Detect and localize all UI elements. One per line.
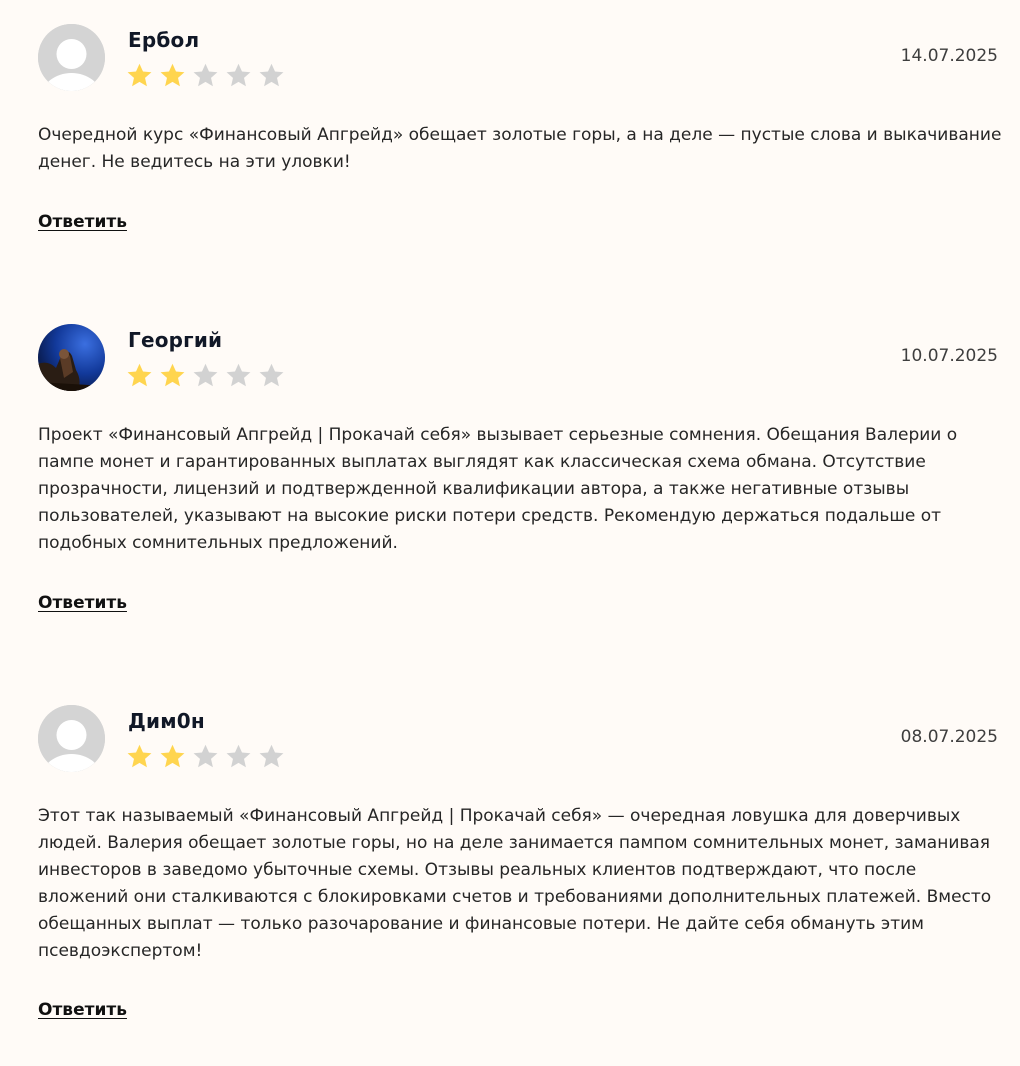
star-empty-icon [259,363,284,387]
star-rating [126,362,285,388]
review-author: Георгий [128,328,223,352]
review-date: 14.07.2025 [900,46,998,66]
review-date: 08.07.2025 [900,727,998,747]
star-empty-icon [193,63,218,87]
review-text: Очередной курс «Финансовый Апгрейд» обещ… [38,125,1002,172]
reviews-list: Ербол 14.07.2025 Очередной курс «Финансо… [0,0,1020,1066]
review-date: 10.07.2025 [900,346,998,366]
user-photo-avatar [38,324,105,391]
star-filled-icon [127,63,152,87]
star-filled-icon [160,744,185,768]
reply-link[interactable]: Ответить [38,1000,127,1020]
star-empty-icon [226,63,251,87]
star-empty-icon [226,744,251,768]
review-author: Ербол [128,28,200,52]
star-empty-icon [259,744,284,768]
star-empty-icon [193,363,218,387]
star-empty-icon [226,363,251,387]
reply-link[interactable]: Ответить [38,593,127,613]
default-avatar-icon [38,705,105,772]
review-text: Проект «Финансовый Апгрейд | Прокачай се… [38,425,958,553]
star-empty-icon [259,63,284,87]
review-text: Этот так называемый «Финансовый Апгрейд … [38,806,992,961]
star-filled-icon [160,363,185,387]
star-empty-icon [193,744,218,768]
default-avatar-icon [38,24,105,91]
star-filled-icon [127,363,152,387]
star-filled-icon [127,744,152,768]
star-rating [126,743,285,769]
review-author: Дим0н [128,709,205,733]
reply-link[interactable]: Ответить [38,212,127,232]
star-filled-icon [160,63,185,87]
star-rating [126,62,285,88]
